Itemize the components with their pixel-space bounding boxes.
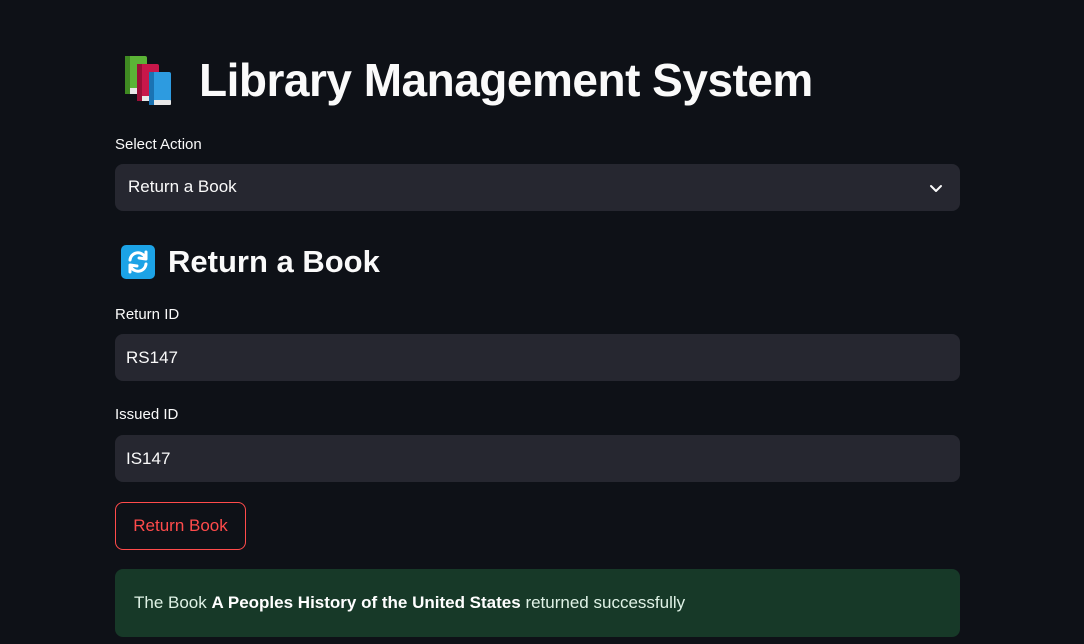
section-title: Return a Book	[168, 244, 380, 279]
select-action-label: Select Action	[115, 136, 202, 153]
refresh-icon	[121, 245, 155, 279]
select-action-value: Return a Book	[128, 177, 237, 196]
issued-id-label: Issued ID	[115, 406, 179, 423]
page-title: Library Management System	[199, 54, 813, 106]
success-book-title: A Peoples History of the United States	[211, 593, 521, 612]
return-id-label: Return ID	[115, 306, 180, 323]
return-id-input[interactable]: RS147	[115, 334, 960, 381]
select-action-dropdown[interactable]: Return a Book	[115, 164, 960, 211]
issued-id-input[interactable]: IS147	[115, 435, 960, 482]
chevron-down-icon	[928, 180, 944, 196]
section-header: Return a Book	[121, 243, 380, 281]
success-message-suffix: returned successfully	[520, 593, 686, 612]
return-book-button[interactable]: Return Book	[115, 502, 246, 550]
success-alert: The Book A Peoples History of the United…	[115, 569, 960, 637]
books-icon	[121, 52, 181, 108]
page-header: Library Management System	[121, 52, 813, 108]
success-message-prefix: The Book	[134, 593, 212, 612]
